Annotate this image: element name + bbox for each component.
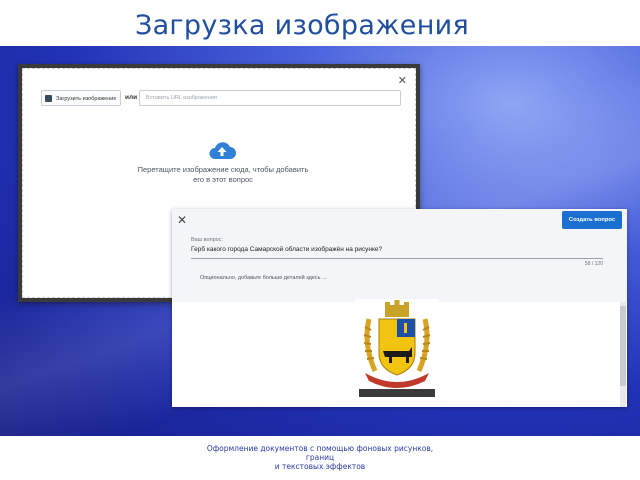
upload-image-label: Загрузить изображение [56, 96, 117, 102]
footer-line-2: границ [305, 453, 335, 462]
question-input[interactable]: Герб какого города Самарской области изо… [191, 246, 603, 259]
image-url-input[interactable]: Вставить URL изображения [139, 90, 401, 106]
slide-footer: Оформление документов с помощью фоновых … [0, 444, 640, 471]
close-icon[interactable]: ✕ [398, 74, 407, 87]
create-question-button[interactable]: Создать вопрос [562, 211, 622, 229]
or-label: или [125, 94, 138, 101]
details-input[interactable]: Опционально, добавьте больше деталей зде… [200, 275, 327, 281]
drop-hint-text: Перетащите изображение сюда, чтобы добав… [113, 165, 333, 185]
footer-line-3: и текстовых эффектов [274, 462, 366, 471]
coat-of-arms-image [355, 299, 439, 399]
char-counter: 58 / 120 [584, 261, 603, 267]
slide-title: Загрузка изображения [134, 10, 470, 41]
upload-image-button[interactable]: Загрузить изображение [41, 90, 121, 106]
close-icon[interactable]: ✕ [177, 213, 187, 227]
image-icon [45, 95, 52, 102]
footer-line-1: Оформление документов с помощью фоновых … [206, 444, 434, 453]
drop-hint-line-1: Перетащите изображение сюда, чтобы добав… [137, 165, 309, 174]
drop-hint-line-2: его в этот вопрос [193, 175, 253, 184]
question-form: ✕ Создать вопрос Ваш вопрос: Герб какого… [172, 209, 627, 302]
scrollbar[interactable] [620, 302, 626, 407]
scrollbar-thumb[interactable] [620, 306, 626, 386]
cloud-upload-icon [209, 142, 236, 159]
question-label: Ваш вопрос: [191, 237, 223, 243]
ask-question-dialog: ✕ Создать вопрос Ваш вопрос: Герб какого… [172, 209, 627, 407]
